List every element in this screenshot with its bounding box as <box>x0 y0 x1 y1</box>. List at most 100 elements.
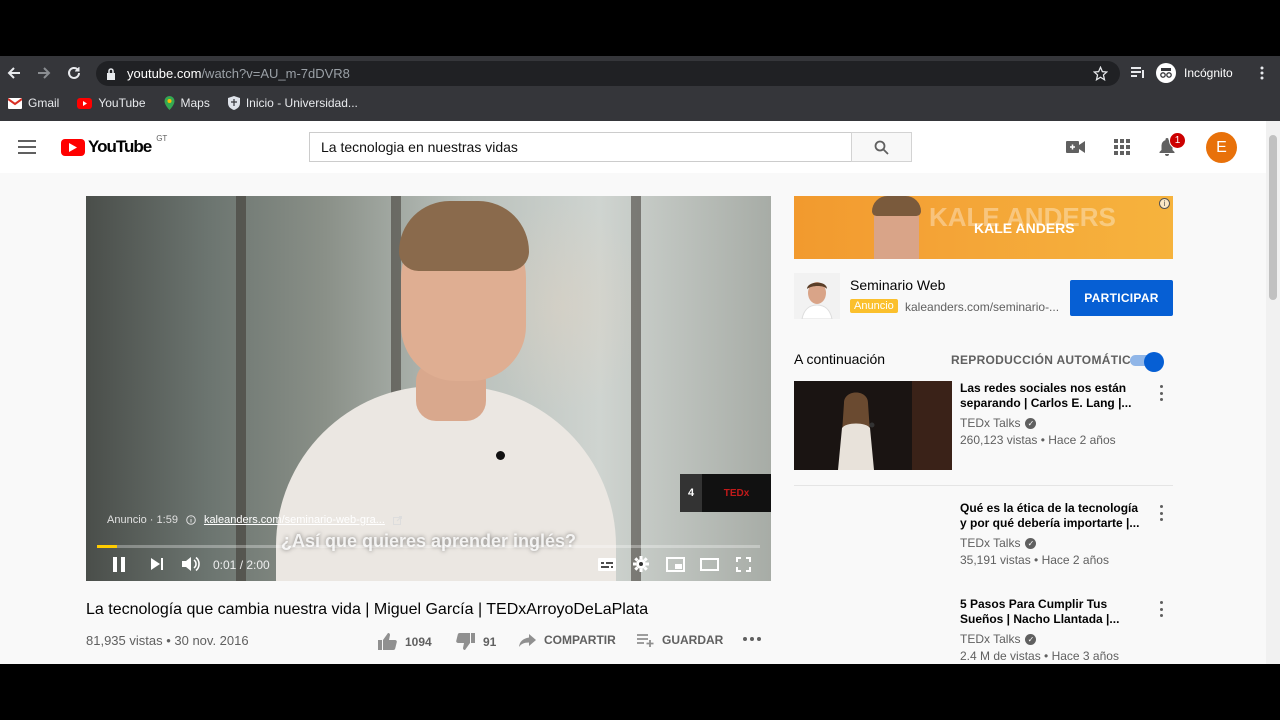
external-link-icon[interactable] <box>392 515 402 525</box>
participar-button[interactable]: PARTICIPAR <box>1070 280 1173 316</box>
ad-banner-brand: KALE ANDERS <box>974 220 1075 236</box>
theater-mode-icon[interactable] <box>698 551 720 577</box>
progress-fill <box>97 545 117 548</box>
like-count: 1094 <box>405 634 432 649</box>
channel-label: TEDx Talks <box>960 416 1021 430</box>
more-options-icon[interactable] <box>1158 385 1164 401</box>
incognito-icon <box>1156 63 1176 83</box>
verified-check-icon: ✓ <box>1025 537 1037 549</box>
youtube-logo[interactable]: YouTube GT <box>61 134 168 157</box>
more-actions-icon[interactable] <box>743 637 761 641</box>
tedx-logo: TEDx <box>723 487 750 499</box>
bookmark-label: Inicio - Universidad... <box>245 96 358 110</box>
more-options-icon[interactable] <box>1158 601 1164 617</box>
recommended-video[interactable]: Qué es la ética de la tecnología y por q… <box>794 501 1173 590</box>
ad-title[interactable]: Seminario Web <box>850 277 945 293</box>
channel-label: TEDx Talks <box>960 632 1021 646</box>
notification-count-badge: 1 <box>1169 132 1186 149</box>
apps-grid-icon[interactable] <box>1112 137 1132 157</box>
search-field[interactable] <box>309 132 852 162</box>
video-thumbnail[interactable] <box>794 381 952 470</box>
search-icon <box>874 140 889 155</box>
shield-icon <box>227 96 240 110</box>
logo-text: YouTube <box>88 137 152 156</box>
address-bar[interactable]: youtube.com/watch?v=AU_m-7dDVR8 <box>96 61 1120 86</box>
browser-toolbar: youtube.com/watch?v=AU_m-7dDVR8 Incógnit… <box>0 56 1280 90</box>
save-label: GUARDAR <box>662 633 724 647</box>
next-icon[interactable] <box>148 551 166 577</box>
pause-icon[interactable] <box>110 551 128 577</box>
window-frame <box>631 196 641 581</box>
browser-chrome: youtube.com/watch?v=AU_m-7dDVR8 Incógnit… <box>0 56 1280 121</box>
ad-info: Anuncio · 1:59 kaleanders.com/seminario-… <box>107 514 402 526</box>
autoplay-toggle[interactable] <box>1130 352 1164 372</box>
up-next-preview[interactable]: 4 TEDx <box>680 474 771 512</box>
subtitles-icon[interactable] <box>596 551 618 577</box>
video-meta: 2.4 M de vistas • Hace 3 años <box>960 649 1119 663</box>
forward-arrow-icon[interactable] <box>34 63 54 83</box>
channel-name: TEDx Talks ✓ <box>960 632 1037 646</box>
ad-label: Anuncio · 1:59 <box>107 514 178 526</box>
bookmark-label: YouTube <box>98 96 146 110</box>
recommended-video[interactable]: 5 Pasos Para Cumplir Tus Sueños | Nacho … <box>794 597 1173 664</box>
save-button[interactable]: GUARDAR <box>637 633 723 647</box>
video-title: 5 Pasos Para Cumplir Tus Sueños | Nacho … <box>960 597 1120 626</box>
dislike-button[interactable]: 91 <box>456 633 496 650</box>
ad-link[interactable]: kaleanders.com/seminario-web-gra... <box>204 514 385 526</box>
search-button[interactable] <box>851 132 912 162</box>
more-options-icon[interactable] <box>1158 505 1164 521</box>
incognito-indicator[interactable]: Incógnito <box>1152 61 1243 85</box>
ad-thumbnail[interactable] <box>794 273 840 319</box>
back-arrow-icon[interactable] <box>4 63 24 83</box>
ad-person <box>872 196 921 216</box>
share-button[interactable]: COMPARTIR <box>519 633 616 647</box>
channel-label: TEDx Talks <box>960 536 1021 550</box>
thumbs-down-icon <box>456 633 475 650</box>
bookmark-maps[interactable]: Maps <box>164 96 210 110</box>
lapel-mic <box>496 451 505 460</box>
scrollbar-thumb[interactable] <box>1269 135 1277 300</box>
ad-banner[interactable]: KALE ANDERS KALE ANDERS <box>794 196 1173 259</box>
video-meta: 260,123 vistas • Hace 2 años <box>960 433 1116 447</box>
bookmark-universidad[interactable]: Inicio - Universidad... <box>227 96 358 110</box>
avatar[interactable]: E <box>1206 132 1237 163</box>
like-button[interactable]: 1094 <box>378 633 432 650</box>
reload-icon[interactable] <box>64 63 84 83</box>
volume-icon[interactable] <box>180 551 202 577</box>
bookmark-gmail[interactable]: Gmail <box>8 96 59 110</box>
ad-domain[interactable]: kaleanders.com/seminario-... <box>905 300 1059 314</box>
video-player[interactable]: 4 TEDx Anuncio · 1:59 kaleanders.com/sem… <box>86 196 771 581</box>
bookmarks-bar: Gmail YouTube Maps Inicio - Universidad.… <box>0 92 1280 114</box>
miniplayer-icon[interactable] <box>664 551 686 577</box>
bookmark-star-icon[interactable] <box>1092 65 1109 86</box>
video-title: Qué es la ética de la tecnología y por q… <box>960 501 1140 530</box>
settings-gear-icon[interactable] <box>631 551 651 577</box>
video-thumbnail[interactable] <box>794 597 952 664</box>
divider <box>794 485 1173 486</box>
recommended-video[interactable]: Las redes sociales nos están separando |… <box>794 381 1173 470</box>
video-title: Las redes sociales nos están separando |… <box>960 381 1132 410</box>
maps-icon <box>164 96 174 110</box>
media-queue-icon[interactable] <box>1128 63 1148 83</box>
dislike-count: 91 <box>483 634 497 649</box>
ad-info-icon[interactable]: i <box>1159 198 1170 209</box>
create-video-icon[interactable] <box>1066 137 1086 157</box>
video-thumbnail[interactable] <box>794 501 952 590</box>
progress-bar[interactable] <box>97 545 760 548</box>
share-icon <box>519 633 536 647</box>
bookmark-youtube[interactable]: YouTube <box>77 96 146 110</box>
hamburger-menu-icon[interactable] <box>18 140 36 159</box>
page-scrollbar[interactable] <box>1266 121 1280 664</box>
time-display: 0:01 / 2:00 <box>213 558 270 572</box>
views-and-date: 81,935 vistas • 30 nov. 2016 <box>86 633 249 648</box>
fullscreen-icon[interactable] <box>733 551 753 577</box>
info-icon[interactable] <box>186 515 196 525</box>
playlist-add-icon <box>637 633 654 647</box>
search-input[interactable] <box>310 133 851 161</box>
logo-country: GT <box>156 134 168 143</box>
subtitle-caption: ¿Así que quieres aprender inglés? <box>280 531 577 551</box>
browser-menu-icon[interactable] <box>1252 63 1272 83</box>
video-meta: 35,191 vistas • Hace 2 años <box>960 553 1109 567</box>
verified-check-icon: ✓ <box>1025 633 1037 645</box>
share-label: COMPARTIR <box>544 633 616 647</box>
